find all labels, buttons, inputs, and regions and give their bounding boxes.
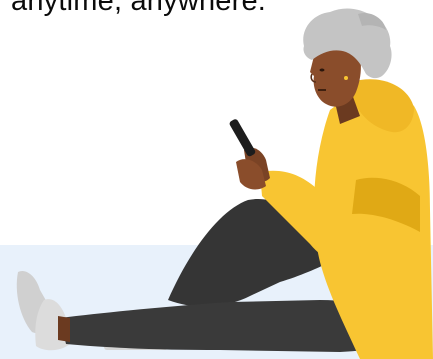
- person-sitting-with-phone-icon: [16, 8, 433, 359]
- hero-banner: anytime, anywhere.: [0, 0, 433, 359]
- phone-icon: [229, 119, 256, 157]
- ankle: [58, 316, 70, 342]
- eye: [319, 68, 325, 72]
- earring: [344, 76, 348, 80]
